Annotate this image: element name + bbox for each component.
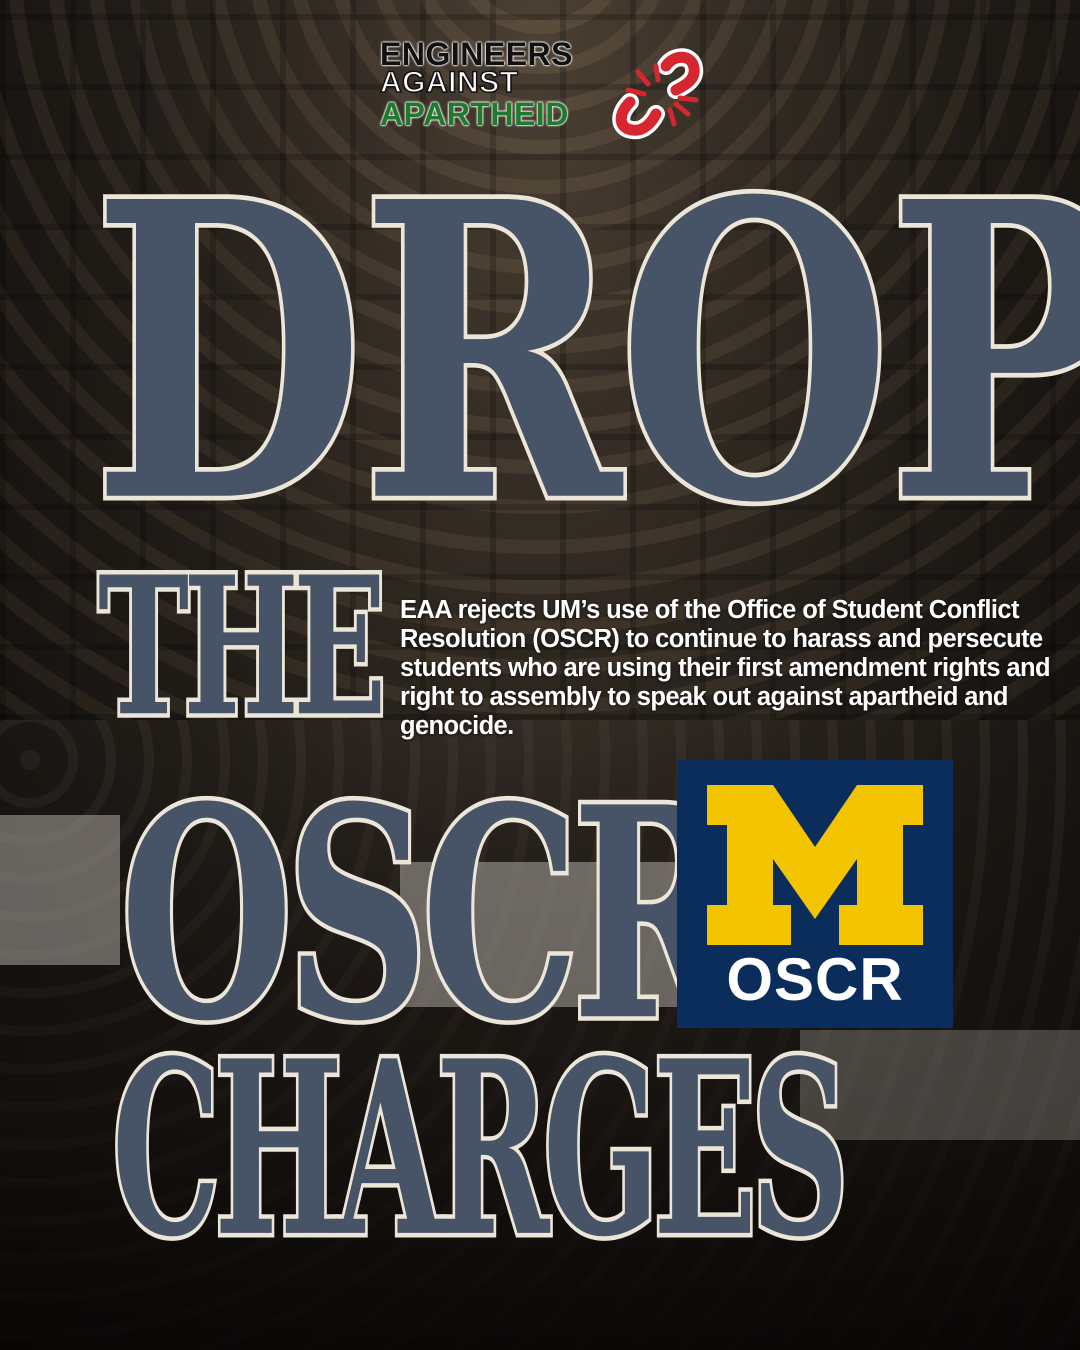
statement-text: EAA rejects UM’s use of the Office of St… bbox=[400, 595, 1051, 740]
logo-line-against: AGAINST bbox=[379, 66, 519, 99]
block-m-icon bbox=[707, 785, 923, 945]
headline-charges: CHARGES bbox=[109, 1008, 851, 1290]
headline-drop: DROP bbox=[88, 114, 1080, 593]
headline-the: THE bbox=[95, 535, 389, 760]
oscr-badge-label: OSCR bbox=[726, 946, 904, 1013]
umich-oscr-badge: OSCR bbox=[677, 760, 953, 1028]
